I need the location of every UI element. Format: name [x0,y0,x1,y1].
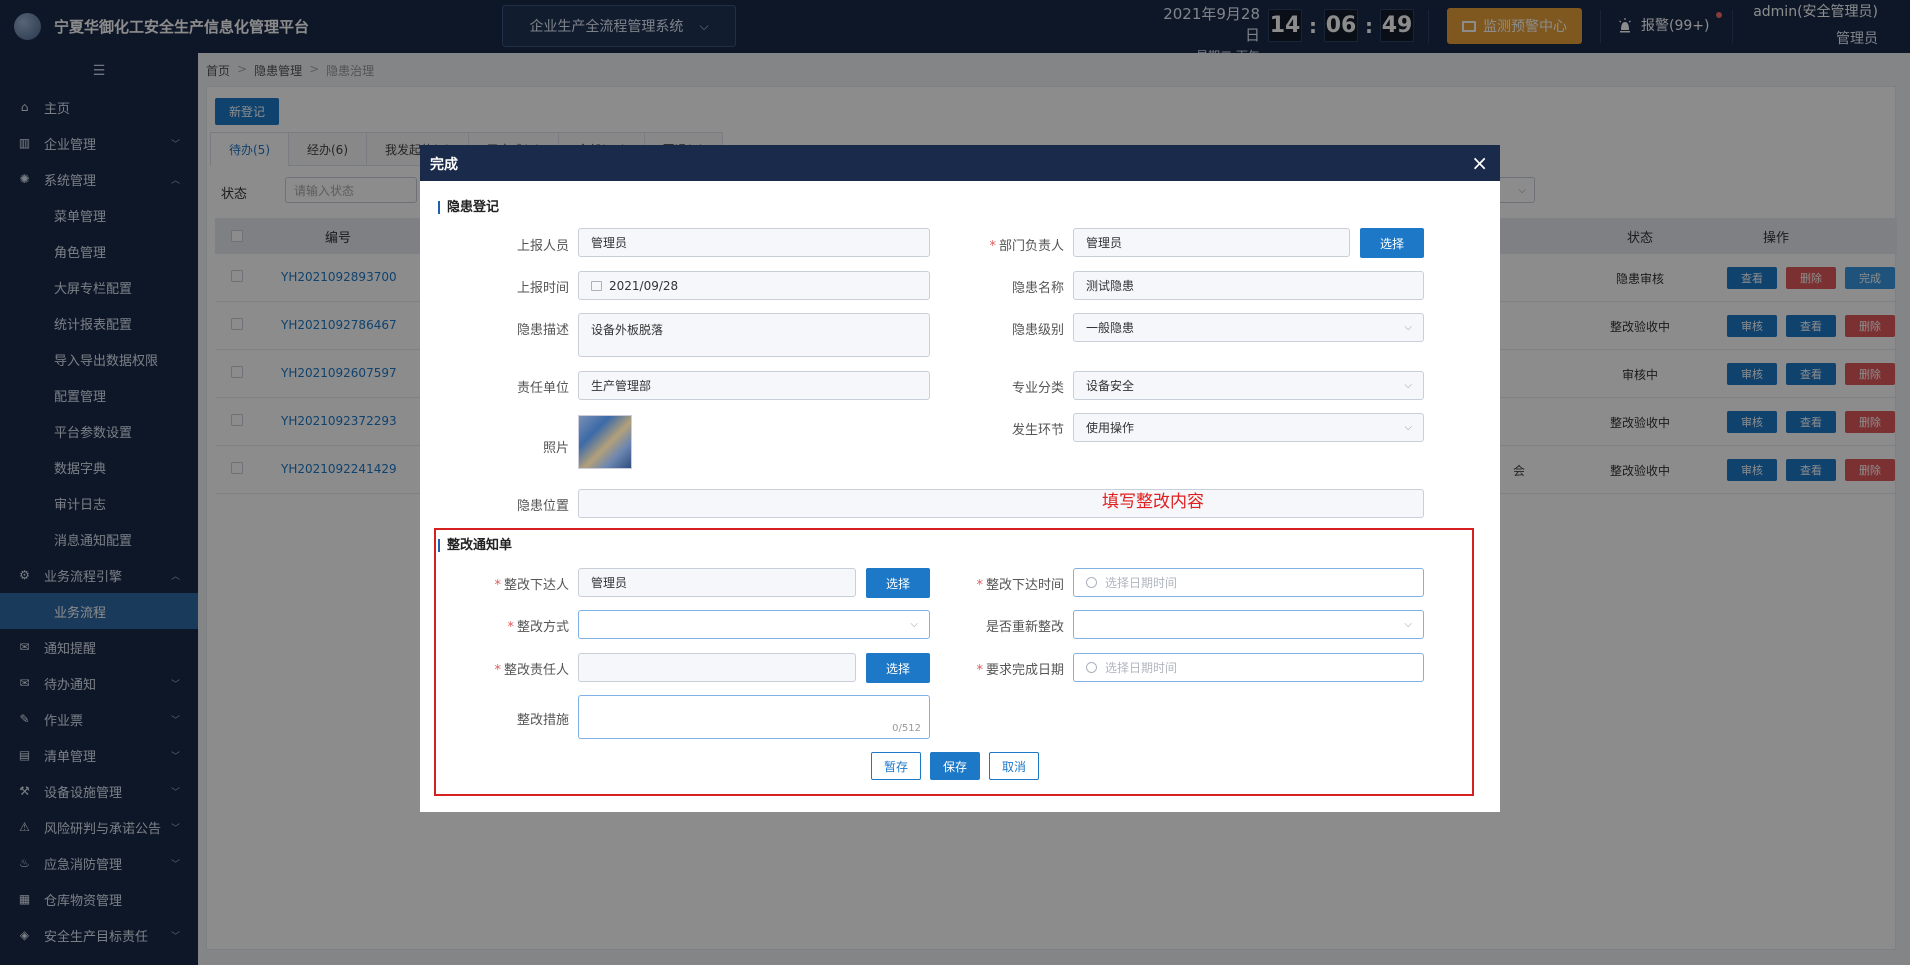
chevron-down-icon: ⌵ [910,619,918,630]
redo-select[interactable]: ⌵ [1073,610,1424,639]
owner-select-button[interactable]: 选择 [866,653,930,683]
category-value: 设备安全 [1086,379,1135,393]
report-time-label: 上报时间 [516,281,569,296]
close-icon[interactable]: × [1471,151,1488,175]
issue-time-placeholder: 选择日期时间 [1105,576,1178,590]
chevron-down-icon: ⌵ [1404,619,1412,630]
description-field[interactable]: 设备外板脱落 [578,313,930,357]
section-hazard-register: 隐患登记 [438,201,499,214]
owner-label-text: 整改责任人 [503,663,569,678]
owner-label: * 整改责任人 [494,663,569,678]
char-counter: 0/512 [892,723,921,734]
location-field[interactable] [578,489,1424,518]
level-value: 一般隐患 [1086,321,1135,335]
category-select[interactable]: 设备安全 ⌵ [1073,371,1424,400]
chevron-down-icon: ⌵ [1404,322,1412,333]
measure-textarea[interactable]: 0/512 [578,695,930,739]
annotation-text: 填写整改内容 [1102,492,1204,512]
dept-head-select-button[interactable]: 选择 [1360,228,1424,258]
level-select[interactable]: 一般隐患 ⌵ [1073,313,1424,342]
issuer-label-text: 整改下达人 [503,578,569,593]
issuer-field[interactable]: 管理员 [578,568,856,597]
due-date-picker[interactable]: 选择日期时间 [1073,653,1424,682]
dept-head-label: * 部门负责人 [989,239,1064,254]
redo-label: 是否重新整改 [985,620,1064,635]
chevron-down-icon: ⌵ [1404,422,1412,433]
method-label: * 整改方式 [507,620,569,635]
photo-label: 照片 [542,441,569,456]
hazard-name-field[interactable]: 测试隐患 [1073,271,1424,300]
cancel-button[interactable]: 取消 [989,752,1039,780]
reporter-label: 上报人员 [516,239,569,254]
dept-head-field[interactable]: 管理员 [1073,228,1350,257]
location-label: 隐患位置 [516,499,569,514]
calendar-icon [591,280,602,291]
unit-field[interactable]: 生产管理部 [578,371,930,400]
stage-select[interactable]: 使用操作 ⌵ [1073,413,1424,442]
issue-time-picker[interactable]: 选择日期时间 [1073,568,1424,597]
issuer-label: * 整改下达人 [494,578,569,593]
description-label: 隐患描述 [516,323,569,338]
stage-value: 使用操作 [1086,421,1135,435]
clock-icon [1086,577,1097,588]
clock-icon [1086,662,1097,673]
measure-label: 整改措施 [516,713,569,728]
due-date-label: * 要求完成日期 [976,663,1064,678]
hazard-name-label: 隐患名称 [1011,281,1064,296]
reporter-field[interactable]: 管理员 [578,228,930,257]
complete-dialog: 完成 × 隐患登记 上报人员 管理员 * 部门负责人 管理员 选择 上报时间 20… [420,145,1500,812]
stage-label: 发生环节 [1011,423,1064,438]
issue-time-label-text: 整改下达时间 [985,578,1064,593]
method-select[interactable]: ⌵ [578,610,930,639]
hazard-photo[interactable] [578,415,632,469]
owner-field[interactable] [578,653,856,682]
report-time-field[interactable]: 2021/09/28 [578,271,930,300]
unit-label: 责任单位 [516,381,569,396]
due-date-placeholder: 选择日期时间 [1105,661,1178,675]
app-root: 宁夏华御化工安全生产信息化管理平台 企业生产全流程管理系统 ⌵ 2021年9月2… [0,0,1910,965]
issue-time-label: * 整改下达时间 [976,578,1064,593]
due-date-label-text: 要求完成日期 [985,663,1064,678]
chevron-down-icon: ⌵ [1404,380,1412,391]
issuer-select-button[interactable]: 选择 [866,568,930,598]
dialog-title: 完成 [430,157,458,173]
method-label-text: 整改方式 [516,620,569,635]
category-label: 专业分类 [1011,381,1064,396]
section-rectification-notice: 整改通知单 [438,539,512,552]
draft-button[interactable]: 暂存 [871,752,921,780]
dialog-header: 完成 × [420,145,1500,181]
level-label: 隐患级别 [1011,323,1064,338]
save-button[interactable]: 保存 [930,752,980,780]
report-time-value: 2021/09/28 [609,278,679,293]
dept-head-label-text: 部门负责人 [998,239,1064,254]
